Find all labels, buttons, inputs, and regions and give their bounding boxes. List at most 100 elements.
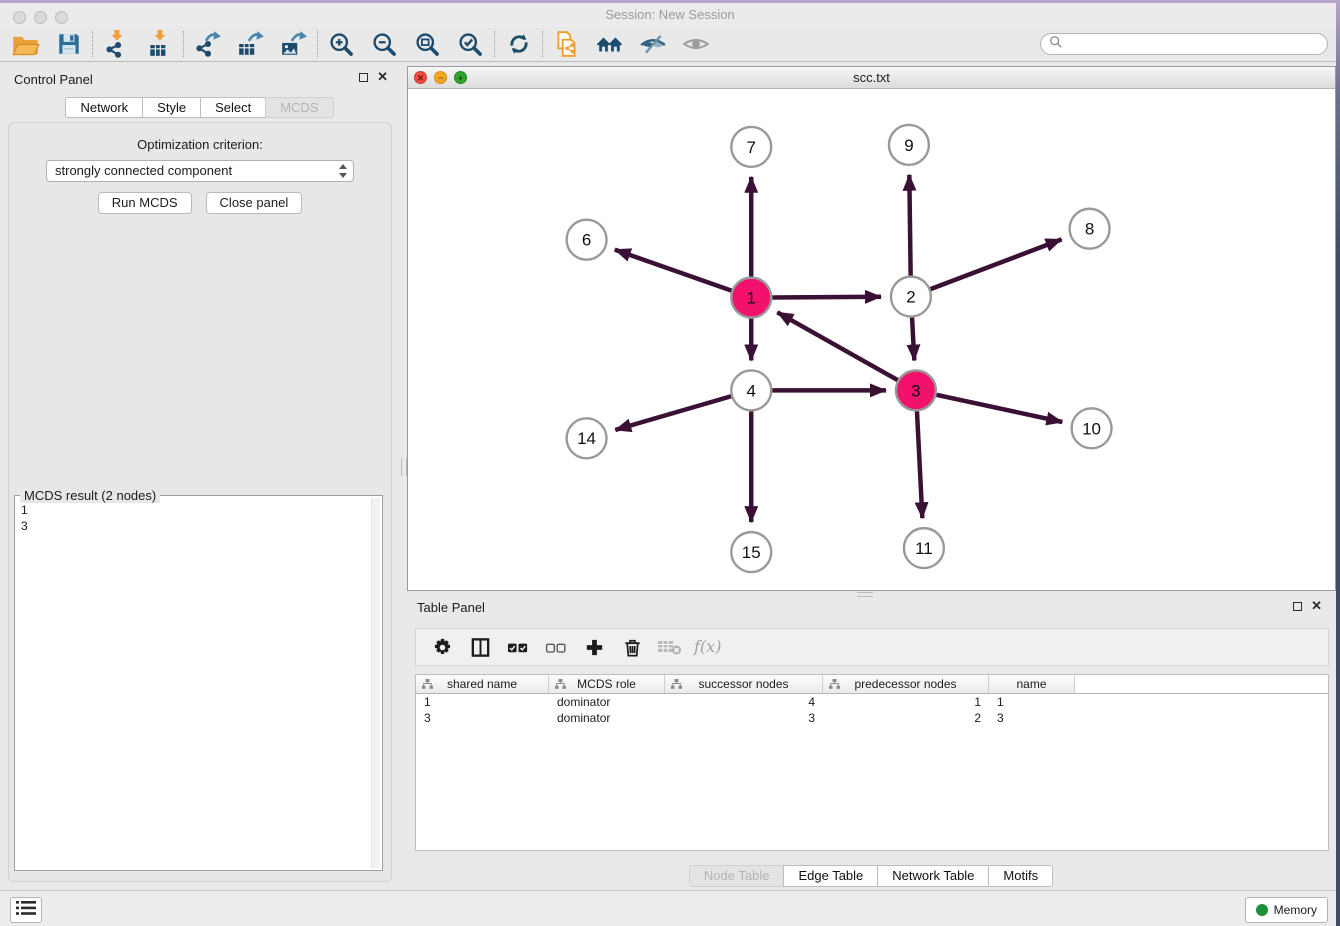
close-panel-icon[interactable] bbox=[377, 72, 388, 82]
export-image-icon[interactable] bbox=[272, 29, 315, 60]
import-table-icon[interactable] bbox=[138, 29, 181, 60]
graph-edge-2-8[interactable] bbox=[931, 239, 1062, 289]
graph-edge-4-14[interactable] bbox=[615, 396, 731, 430]
tab-network-table[interactable]: Network Table bbox=[877, 865, 989, 887]
clone-network-icon[interactable] bbox=[545, 29, 588, 60]
table-cell[interactable]: 3 bbox=[989, 710, 1075, 726]
show-eye-icon[interactable] bbox=[674, 29, 717, 60]
table-panel-title: Table Panel bbox=[417, 600, 485, 615]
table-body: 1dominator4113dominator323 bbox=[416, 694, 1328, 726]
run-mcds-button[interactable]: Run MCDS bbox=[98, 192, 192, 214]
graph-node-2[interactable]: 2 bbox=[891, 277, 931, 317]
float-panel-icon[interactable] bbox=[359, 73, 368, 82]
tab-style[interactable]: Style bbox=[142, 97, 201, 118]
export-table-icon[interactable] bbox=[229, 29, 272, 60]
table-cell[interactable]: 3 bbox=[416, 710, 549, 726]
network-view-window: scc.txt 7 9 6 8 1 2 4 3 14 10 15 11 bbox=[407, 66, 1336, 591]
delete-icon[interactable] bbox=[616, 632, 648, 662]
graph-edge-3-1[interactable] bbox=[777, 312, 897, 380]
graph-edge-1-6[interactable] bbox=[615, 250, 732, 291]
table-cell[interactable]: 3 bbox=[665, 710, 823, 726]
add-column-icon[interactable] bbox=[578, 632, 610, 662]
tab-motifs[interactable]: Motifs bbox=[988, 865, 1053, 887]
minimize-traffic-light[interactable] bbox=[434, 71, 447, 84]
table-cell[interactable]: 4 bbox=[665, 694, 823, 710]
export-network-icon[interactable] bbox=[186, 29, 229, 60]
gear-icon[interactable] bbox=[426, 632, 458, 662]
table-cell[interactable]: dominator bbox=[549, 710, 665, 726]
hide-eye-icon[interactable] bbox=[631, 29, 674, 60]
list-icon bbox=[16, 901, 36, 920]
close-traffic-light[interactable] bbox=[13, 11, 26, 24]
graph-node-14[interactable]: 14 bbox=[567, 418, 607, 458]
split-columns-icon[interactable] bbox=[464, 632, 496, 662]
main-window-controls bbox=[13, 11, 68, 24]
criterion-value: strongly connected component bbox=[55, 163, 232, 178]
zoom-traffic-light[interactable] bbox=[55, 11, 68, 24]
zoom-fit-icon[interactable] bbox=[406, 29, 449, 60]
close-traffic-light[interactable] bbox=[414, 71, 427, 84]
svg-text:9: 9 bbox=[904, 136, 913, 155]
table-cell[interactable]: 1 bbox=[416, 694, 549, 710]
column-header-shared-name[interactable]: shared name bbox=[416, 675, 549, 693]
column-header-predecessor-nodes[interactable]: predecessor nodes bbox=[823, 675, 989, 693]
zoom-selected-icon[interactable] bbox=[449, 29, 492, 60]
close-panel-icon[interactable] bbox=[1311, 601, 1322, 611]
control-panel-tabs: NetworkStyleSelectMCDS bbox=[0, 97, 400, 118]
graph-node-10[interactable]: 10 bbox=[1072, 408, 1112, 448]
table-panel-window-controls bbox=[1293, 601, 1322, 611]
select-all-icon[interactable] bbox=[502, 632, 534, 662]
graph-edge-3-11[interactable] bbox=[917, 411, 922, 518]
graph-node-3[interactable]: 3 bbox=[896, 370, 936, 410]
column-header-successor-nodes[interactable]: successor nodes bbox=[665, 675, 823, 693]
graph-node-1[interactable]: 1 bbox=[731, 278, 771, 318]
zoom-traffic-light[interactable] bbox=[454, 71, 467, 84]
tab-select[interactable]: Select bbox=[200, 97, 266, 118]
graph-node-4[interactable]: 4 bbox=[731, 370, 771, 410]
close-panel-button[interactable]: Close panel bbox=[206, 192, 303, 214]
column-header-MCDS-role[interactable]: MCDS role bbox=[549, 675, 665, 693]
minimize-traffic-light[interactable] bbox=[34, 11, 47, 24]
window-title: Session: New Session bbox=[0, 3, 1340, 27]
save-session-icon[interactable] bbox=[47, 29, 90, 60]
table-cell[interactable]: 1 bbox=[823, 694, 989, 710]
float-panel-icon[interactable] bbox=[1293, 602, 1302, 611]
zoom-in-icon[interactable] bbox=[320, 29, 363, 60]
search-input[interactable] bbox=[1068, 36, 1327, 53]
tab-network[interactable]: Network bbox=[65, 97, 143, 118]
table-row[interactable]: 3dominator323 bbox=[416, 710, 1328, 726]
graph-edge-2-3[interactable] bbox=[912, 318, 914, 361]
table-row[interactable]: 1dominator411 bbox=[416, 694, 1328, 710]
vertical-splitter[interactable] bbox=[400, 62, 407, 890]
graph-node-9[interactable]: 9 bbox=[889, 125, 929, 165]
table-cell[interactable]: 2 bbox=[823, 710, 989, 726]
home-icon[interactable] bbox=[588, 29, 631, 60]
column-header-name[interactable]: name bbox=[989, 675, 1075, 693]
criterion-select[interactable]: strongly connected component bbox=[46, 160, 354, 182]
tab-edge-table[interactable]: Edge Table bbox=[783, 865, 878, 887]
import-network-icon[interactable] bbox=[95, 29, 138, 60]
refresh-icon[interactable] bbox=[497, 29, 540, 60]
network-window-title: scc.txt bbox=[853, 70, 890, 85]
network-canvas[interactable]: 7 9 6 8 1 2 4 3 14 10 15 11 bbox=[408, 88, 1335, 590]
graph-node-7[interactable]: 7 bbox=[731, 127, 771, 167]
graph-node-11[interactable]: 11 bbox=[904, 528, 944, 568]
graph-node-15[interactable]: 15 bbox=[731, 532, 771, 572]
graph-edge-3-10[interactable] bbox=[936, 395, 1062, 422]
memory-label: Memory bbox=[1274, 903, 1317, 917]
task-history-button[interactable] bbox=[10, 897, 42, 923]
table-cell[interactable]: dominator bbox=[549, 694, 665, 710]
graph-node-6[interactable]: 6 bbox=[567, 220, 607, 260]
open-file-icon[interactable] bbox=[4, 29, 47, 60]
mcds-result-list[interactable]: 13 bbox=[21, 502, 368, 866]
result-scrollbar[interactable] bbox=[371, 498, 380, 868]
graph-node-8[interactable]: 8 bbox=[1070, 209, 1110, 249]
deselect-all-icon[interactable] bbox=[540, 632, 572, 662]
zoom-out-icon[interactable] bbox=[363, 29, 406, 60]
search-box[interactable] bbox=[1040, 33, 1328, 55]
memory-button[interactable]: Memory bbox=[1245, 897, 1328, 923]
graph-edge-1-2[interactable] bbox=[772, 297, 881, 298]
network-window-titlebar[interactable]: scc.txt bbox=[408, 67, 1335, 89]
graph-edge-2-9[interactable] bbox=[909, 175, 910, 276]
table-cell[interactable]: 1 bbox=[989, 694, 1075, 710]
